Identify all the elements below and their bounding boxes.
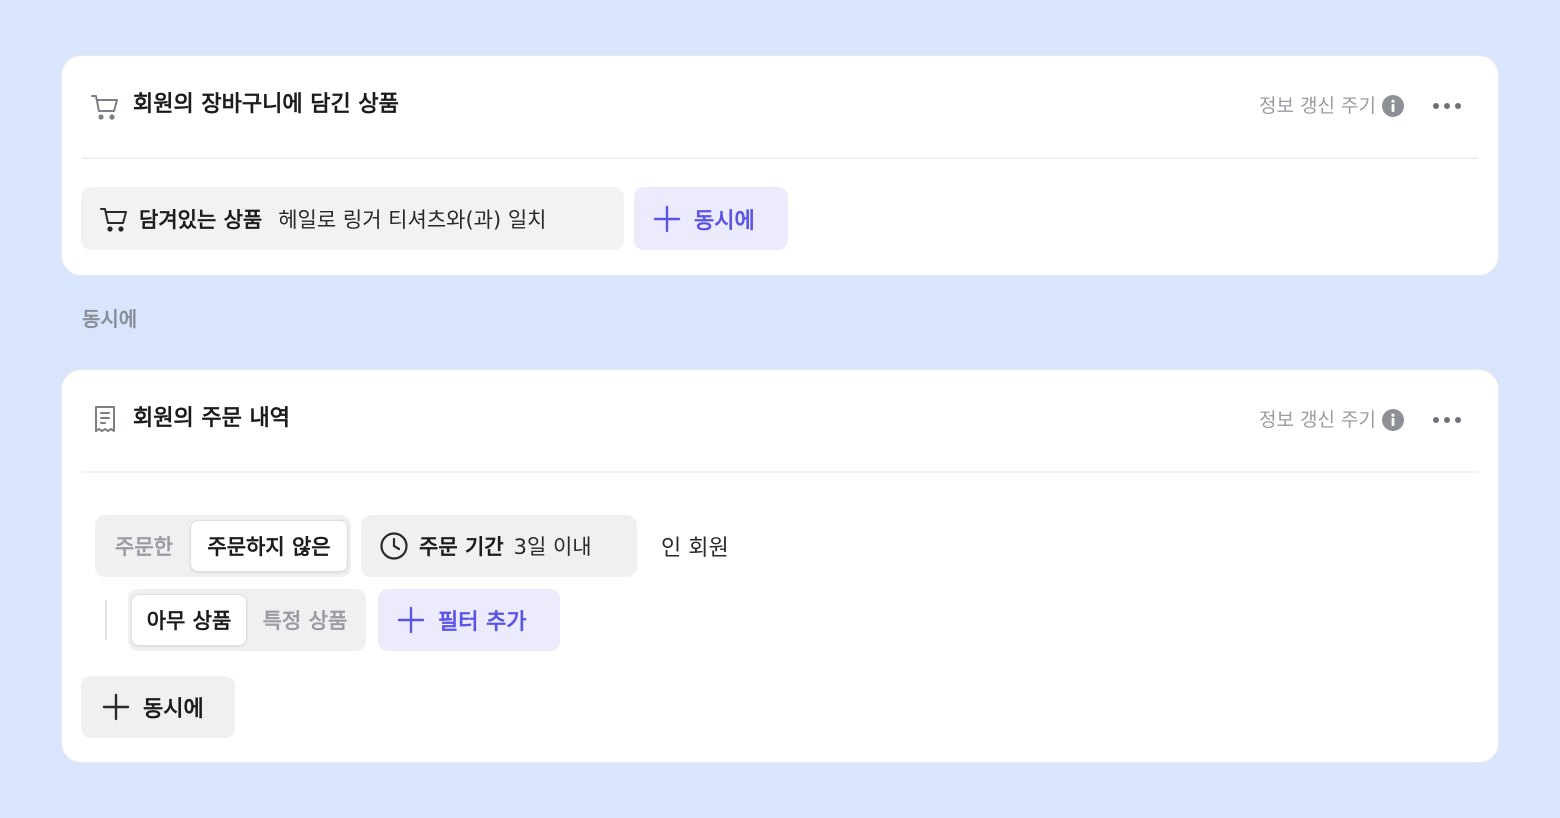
toggle-option-ordered[interactable]: 주문한 xyxy=(98,520,190,572)
card-header: 회원의 주문 내역 정보 갱신 주기 xyxy=(82,370,1478,473)
order-status-toggle: 주문한 주문하지 않은 xyxy=(95,515,351,577)
plus-icon xyxy=(653,205,681,232)
period-label: 주문 기간 xyxy=(419,535,504,559)
refresh-interval-label: 정보 갱신 주기 xyxy=(1259,95,1376,117)
cart-icon xyxy=(100,207,127,232)
receipt-icon xyxy=(95,406,115,432)
more-options-button[interactable] xyxy=(1430,94,1464,118)
cart-icon xyxy=(91,95,118,120)
cart-product-filter-chip[interactable]: 담겨있는 상품 헤일로 링거 티셔츠와(과) 일치 xyxy=(81,187,624,250)
card-title: 회원의 주문 내역 xyxy=(133,406,290,431)
card-header: 회원의 장바구니에 담긴 상품 정보 갱신 주기 xyxy=(82,56,1478,159)
cart-condition-card: 회원의 장바구니에 담긴 상품 정보 갱신 주기 담겨있는 상품 헤일로 링거 … xyxy=(61,55,1499,276)
more-options-button[interactable] xyxy=(1430,408,1464,432)
condition-suffix: 인 회원 xyxy=(661,536,729,561)
refresh-interval-label: 정보 갱신 주기 xyxy=(1259,409,1376,431)
info-icon[interactable] xyxy=(1382,409,1404,431)
filter-label: 담겨있는 상품 xyxy=(139,207,263,232)
toggle-option-specific-product[interactable]: 특정 상품 xyxy=(247,594,363,646)
product-scope-toggle: 아무 상품 특정 상품 xyxy=(128,589,366,651)
order-period-chip[interactable]: 주문 기간 3일 이내 xyxy=(361,515,637,577)
connector-label: 동시에 xyxy=(82,307,138,331)
clock-icon xyxy=(380,532,408,560)
nesting-line xyxy=(105,600,107,640)
add-filter-button[interactable]: 필터 추가 xyxy=(378,589,560,651)
card-title: 회원의 장바구니에 담긴 상품 xyxy=(133,92,399,117)
period-value: 3일 이내 xyxy=(513,535,592,559)
toggle-option-any-product[interactable]: 아무 상품 xyxy=(131,594,247,646)
plus-icon xyxy=(397,606,425,634)
info-icon[interactable] xyxy=(1382,95,1404,117)
add-simultaneous-label: 동시에 xyxy=(143,697,204,722)
add-simultaneous-label: 동시에 xyxy=(694,208,755,234)
add-simultaneous-button[interactable]: 동시에 xyxy=(634,187,788,250)
refresh-interval[interactable]: 정보 갱신 주기 xyxy=(1259,93,1404,119)
order-history-card: 회원의 주문 내역 정보 갱신 주기 주문한 주문하지 않은 주문 기간 3일 … xyxy=(61,369,1499,763)
filter-value: 헤일로 링거 티셔츠와(과) 일치 xyxy=(278,207,547,232)
toggle-option-not-ordered[interactable]: 주문하지 않은 xyxy=(190,520,348,572)
plus-icon xyxy=(102,693,130,721)
add-filter-label: 필터 추가 xyxy=(438,610,527,635)
refresh-interval[interactable]: 정보 갱신 주기 xyxy=(1259,407,1404,433)
add-simultaneous-button[interactable]: 동시에 xyxy=(81,676,235,738)
